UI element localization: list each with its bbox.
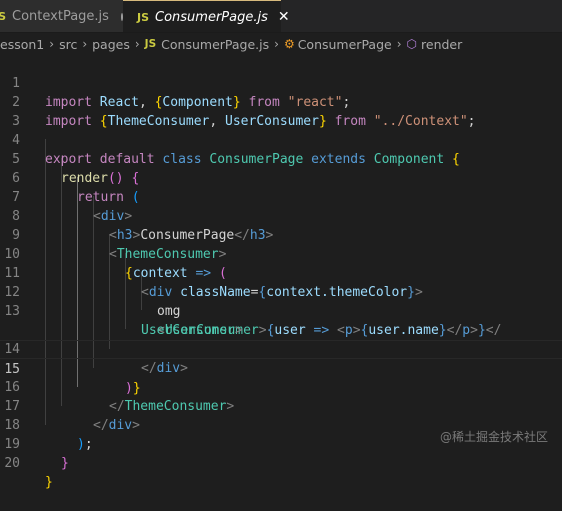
code-line[interactable]: 1 import React, {Component} from "react"… — [0, 55, 562, 110]
js-file-icon: JS — [0, 10, 6, 23]
method-icon: ⬡ — [406, 37, 418, 51]
js-file-icon: JS — [137, 10, 150, 24]
code-line[interactable]: 4 export default class ConsumerPage exte… — [0, 112, 562, 167]
code-line[interactable]: 13 <UserConsumer>{user => <p>{user.name}… — [0, 283, 562, 338]
breadcrumb-folder-src[interactable]: src — [59, 37, 77, 52]
code-text: } — [45, 475, 53, 490]
code-line[interactable]: 5 render() { — [0, 131, 562, 186]
code-line[interactable]: 12 omg — [0, 264, 562, 319]
code-line[interactable]: 2 import {ThemeConsumer, UserConsumer} f… — [0, 74, 562, 129]
breadcrumb-folder-lesson1[interactable]: esson1 — [0, 37, 44, 52]
watermark: @稀土掘金技术社区 — [439, 430, 548, 444]
tab-consumerpage[interactable]: JS ConsumerPage.js ✕ — [123, 0, 290, 32]
chevron-right-icon: › — [134, 37, 140, 51]
code-line-wrapped[interactable]: UserConsumer> — [0, 302, 562, 338]
code-line[interactable]: 10 {context => ( — [0, 226, 562, 281]
code-editor[interactable]: 1 import React, {Component} from "react"… — [0, 55, 562, 490]
code-line[interactable]: 14 </div> — [0, 321, 562, 376]
editor-tab-bar: JS ContextPage.js JS ConsumerPage.js ✕ — [0, 0, 562, 33]
code-line[interactable]: 17 </div> — [0, 378, 562, 433]
code-line[interactable]: 6 return ( — [0, 150, 562, 205]
line-number: 20 — [4, 456, 20, 471]
code-line-current[interactable]: 15 )} — [0, 340, 562, 396]
code-text: } — [61, 456, 69, 471]
chevron-right-icon: › — [396, 37, 402, 51]
tab-label: ConsumerPage.js — [155, 9, 268, 25]
code-line[interactable]: 16 </ThemeConsumer> — [0, 359, 562, 414]
code-line[interactable]: 3 — [0, 93, 562, 129]
code-line[interactable]: 9 <ThemeConsumer> — [0, 207, 562, 262]
tab-contextpage[interactable]: JS ContextPage.js — [0, 0, 123, 32]
js-file-icon: JS — [144, 38, 157, 50]
breadcrumb: esson1 › src › pages › JS ConsumerPage.j… — [0, 33, 562, 55]
breadcrumb-class[interactable]: ConsumerPage — [298, 37, 392, 52]
breadcrumb-method[interactable]: render — [421, 37, 462, 52]
code-line[interactable]: 18 ); — [0, 397, 562, 452]
tab-label: ContextPage.js — [12, 9, 109, 24]
close-icon[interactable]: ✕ — [278, 9, 290, 25]
class-icon: ⚙ — [283, 37, 295, 51]
breadcrumb-folder-pages[interactable]: pages — [92, 37, 130, 52]
chevron-right-icon: › — [82, 37, 88, 51]
breadcrumb-file[interactable]: ConsumerPage.js — [161, 37, 269, 52]
chevron-right-icon: › — [274, 37, 279, 51]
code-line[interactable]: 8 <h3>ConsumerPage</h3> — [0, 188, 562, 243]
chevron-right-icon: › — [49, 37, 55, 51]
code-line[interactable]: 7 <div> — [0, 169, 562, 224]
code-line[interactable]: 11 <div className={context.themeColor}> — [0, 245, 562, 300]
